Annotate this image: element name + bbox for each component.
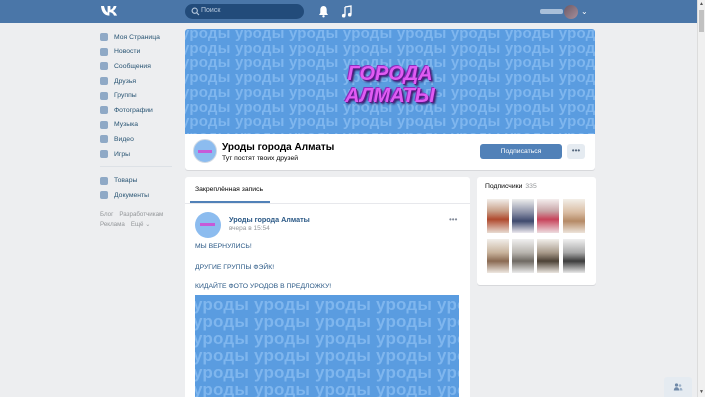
footer-link-blog[interactable]: Блог	[100, 211, 113, 218]
friends-icon	[100, 77, 108, 86]
cover-title-line2: АЛМАТЫ	[345, 85, 435, 107]
vk-logo-icon[interactable]	[99, 4, 119, 19]
sidebar-item-messages[interactable]: Сообщения	[100, 59, 180, 74]
tab-divider	[185, 203, 470, 204]
scroll-thumb[interactable]	[699, 10, 704, 32]
sidebar-item-label: Друзья	[114, 77, 137, 85]
music-icon	[100, 120, 108, 129]
user-menu[interactable]: ⌄	[540, 5, 590, 19]
subscriber-avatar[interactable]	[537, 239, 559, 273]
sidebar-item-documents[interactable]: Документы	[100, 188, 180, 203]
sidebar-item-label: Игры	[114, 150, 131, 158]
post-image[interactable]: уроды уроды уроды уроды уроды уродыуроды…	[195, 295, 459, 397]
subscriber-avatar[interactable]	[487, 199, 509, 233]
search-icon	[191, 7, 200, 16]
sidebar-item-my-page[interactable]: Моя Страница	[100, 30, 180, 45]
subscriber-avatar[interactable]	[512, 239, 534, 273]
search-placeholder: Поиск	[201, 7, 221, 14]
groups-icon	[100, 91, 108, 100]
subscriber-avatar[interactable]	[563, 239, 585, 273]
subscribers-count: 335	[525, 183, 537, 190]
subscribers-card: Подписчики 335	[477, 177, 596, 285]
subscribers-title[interactable]: Подписчики 335	[485, 183, 537, 190]
post-text-line: МЫ ВЕРНУЛИСЬ!	[195, 243, 252, 250]
user-name-blurred	[540, 9, 563, 14]
post-author-name[interactable]: Уроды города Алматы	[229, 215, 310, 224]
footer-link-more[interactable]: Ещё ⌄	[131, 221, 151, 228]
subscriber-avatar[interactable]	[512, 199, 534, 233]
chevron-down-icon: ⌄	[581, 7, 588, 16]
top-bar: Поиск ⌄	[0, 0, 697, 23]
subscribe-button[interactable]: Подписаться	[480, 144, 562, 159]
sidebar-item-groups[interactable]: Группы	[100, 88, 180, 103]
news-icon	[100, 47, 108, 56]
video-icon	[100, 135, 108, 144]
sidebar-item-label: Документы	[114, 191, 150, 199]
post-more-button[interactable]: •••	[449, 215, 457, 224]
sidebar-footer: Блог Разработчикам Реклама Ещё ⌄	[100, 210, 180, 230]
group-more-button[interactable]: •••	[567, 144, 585, 159]
page-scrollbar[interactable]: ▲ ▼	[697, 0, 705, 397]
sidebar-item-label: Музыка	[114, 121, 139, 129]
bell-icon[interactable]	[318, 5, 329, 18]
sidebar-item-news[interactable]: Новости	[100, 45, 180, 60]
messages-icon	[100, 62, 108, 71]
home-icon	[100, 33, 108, 42]
sidebar-item-label: Сообщения	[114, 62, 151, 70]
search-input[interactable]: Поиск	[185, 4, 304, 19]
post-image-pattern: уроды уроды уроды уроды уроды уродыуроды…	[195, 295, 459, 397]
sidebar-item-video[interactable]: Видео	[100, 132, 180, 147]
group-avatar[interactable]	[193, 139, 217, 163]
sidebar-item-label: Новости	[114, 48, 141, 56]
chat-button[interactable]	[664, 377, 692, 397]
documents-icon	[100, 191, 108, 200]
sidebar-item-label: Фотографии	[114, 106, 153, 114]
sidebar-item-label: Видео	[114, 135, 134, 143]
footer-link-ads[interactable]: Реклама	[100, 221, 125, 228]
tab-pinned-post[interactable]: Закреплённая запись	[195, 186, 263, 193]
games-icon	[100, 150, 108, 159]
sidebar-item-label: Группы	[114, 92, 137, 100]
subscribers-label: Подписчики	[485, 183, 523, 190]
cover-title-line1: ГОРОДА	[347, 63, 433, 85]
sidebar-item-label: Моя Страница	[114, 33, 160, 41]
pinned-post-card: Закреплённая запись Уроды города Алматы …	[185, 177, 470, 397]
photos-icon	[100, 106, 108, 115]
group-status: Тут постят твоих друзей	[222, 155, 299, 162]
subscriber-avatar[interactable]	[537, 199, 559, 233]
sidebar-item-friends[interactable]: Друзья	[100, 74, 180, 89]
sidebar-item-music[interactable]: Музыка	[100, 118, 180, 133]
subscriber-avatar[interactable]	[487, 239, 509, 273]
people-icon	[673, 383, 683, 391]
scroll-up-icon[interactable]: ▲	[699, 1, 704, 7]
sidebar-item-games[interactable]: Игры	[100, 147, 180, 162]
scroll-down-icon[interactable]: ▼	[699, 389, 704, 395]
post-timestamp[interactable]: вчера в 15:54	[229, 225, 270, 232]
cover-title: ГОРОДА АЛМАТЫ	[325, 63, 455, 107]
group-cover-image: уроды уроды уроды уроды уроды уроды урод…	[185, 29, 595, 134]
group-name: Уроды города Алматы	[222, 142, 335, 153]
subscriber-avatar[interactable]	[563, 199, 585, 233]
footer-link-developers[interactable]: Разработчикам	[119, 211, 163, 218]
sidebar-item-label: Товары	[114, 177, 138, 185]
left-sidebar: Моя Страница Новости Сообщения Друзья Гр…	[100, 30, 180, 230]
sidebar-item-goods[interactable]: Товары	[100, 173, 180, 188]
sidebar-divider	[100, 166, 172, 168]
goods-icon	[100, 176, 108, 185]
post-text-line: ДРУГИЕ ГРУППЫ ФЭЙК!	[195, 264, 275, 271]
post-author-avatar[interactable]	[195, 212, 221, 238]
user-avatar	[564, 5, 578, 19]
sidebar-item-photos[interactable]: Фотографии	[100, 103, 180, 118]
music-note-icon[interactable]	[341, 5, 352, 18]
post-text-line: КИДАЙТЕ ФОТО УРОДОВ В ПРЕДЛОЖКУ!	[195, 283, 332, 290]
